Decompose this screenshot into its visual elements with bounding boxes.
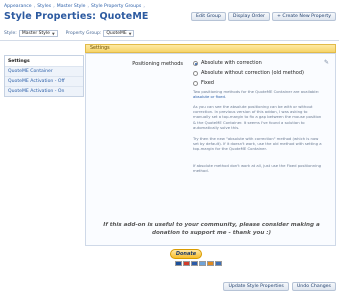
amex-card-icon — [199, 261, 206, 266]
breadcrumb-separator-icon: › — [53, 4, 55, 9]
breadcrumb-item-appearance[interactable]: Appearance — [4, 4, 32, 9]
filter-row: Style: Master Style ▼ Property Group: Qu… — [4, 30, 135, 37]
sidebar-item-activation-on[interactable]: QuoteME Activation - On — [5, 86, 83, 96]
description-paragraph: Try then the new "absolute with correcti… — [193, 136, 322, 152]
update-style-properties-button[interactable]: Update Style Properties — [223, 282, 289, 291]
style-select[interactable]: Master Style ▼ — [18, 30, 58, 37]
visa-card-icon — [191, 261, 198, 266]
radio-button[interactable] — [193, 80, 198, 86]
undo-changes-button[interactable]: Undo Changes — [291, 282, 336, 291]
tab-settings-label: Settings — [90, 46, 110, 51]
payment-cards — [175, 261, 222, 266]
description-paragraph: Two positioning methods for the QuoteME … — [193, 89, 325, 99]
divider — [0, 40, 339, 41]
description-text: . — [224, 94, 227, 100]
option-absolute-with-correction[interactable]: Absolute with correction — [193, 59, 304, 67]
absolute-or-fixed-link[interactable]: absolute or fixed — [193, 94, 225, 99]
paypal-card-icon — [175, 261, 182, 266]
style-label: Style: — [4, 31, 17, 36]
page-title: Style Properties: QuoteME — [4, 11, 149, 22]
breadcrumb: Appearance › Styles › Master Style › Sty… — [4, 3, 147, 10]
create-new-property-button[interactable]: + Create New Property — [271, 12, 336, 21]
bottom-actions: Update Style Properties Undo Changes — [223, 282, 336, 291]
property-group-select-value: QuoteME — [106, 31, 127, 36]
description-paragraph: If absolute method don't work at all, ju… — [193, 163, 322, 174]
positioning-options: Absolute with correction Absolute withou… — [193, 59, 304, 87]
style-select-value: Master Style — [21, 31, 50, 36]
breadcrumb-item-master-style[interactable]: Master Style — [57, 4, 86, 9]
breadcrumb-separator-icon: › — [143, 4, 145, 9]
radio-button[interactable] — [193, 70, 198, 76]
tab-settings: Settings — [85, 44, 336, 53]
option-label: Absolute with correction — [201, 60, 262, 66]
edit-property-icon[interactable]: ✎ — [323, 59, 330, 66]
sidebar-item-quoteme-container[interactable]: QuoteME Container — [5, 66, 83, 76]
chevron-down-icon: ▼ — [51, 31, 55, 36]
top-actions: Edit Group Display Order + Create New Pr… — [191, 12, 336, 21]
option-label: Absolute without correction (old method) — [201, 70, 304, 76]
option-absolute-without-correction[interactable]: Absolute without correction (old method) — [193, 69, 304, 77]
donate-message: If this add-on is useful to your communi… — [103, 222, 320, 236]
display-order-button[interactable]: Display Order — [227, 12, 270, 21]
description-paragraph: As you can see the absolute positioning … — [193, 104, 322, 130]
donate-button[interactable]: Donate — [170, 249, 202, 259]
chevron-down-icon: ▼ — [128, 31, 132, 36]
sidebar-item-settings[interactable]: Settings — [5, 56, 83, 66]
property-group-label: Property Group: — [65, 31, 102, 36]
sidebar: Settings QuoteME Container QuoteME Activ… — [4, 55, 84, 97]
mastercard-icon — [183, 261, 190, 266]
breadcrumb-separator-icon: › — [33, 4, 36, 9]
option-label: Fixed — [201, 80, 214, 86]
sidebar-item-activation-off[interactable]: QuoteME Activation - Off — [5, 76, 83, 86]
breadcrumb-item-styles[interactable]: Styles — [37, 4, 51, 9]
property-group-select[interactable]: QuoteME ▼ — [103, 30, 135, 37]
bank-card-icon — [215, 261, 222, 266]
radio-button[interactable] — [193, 60, 198, 66]
discover-card-icon — [207, 261, 214, 266]
setting-label: Positioning methods — [132, 61, 183, 67]
breadcrumb-item-style-property-groups[interactable]: Style Property Groups — [91, 4, 141, 9]
breadcrumb-separator-icon: › — [87, 4, 90, 9]
option-fixed[interactable]: Fixed — [193, 79, 304, 87]
edit-group-button[interactable]: Edit Group — [191, 12, 226, 21]
